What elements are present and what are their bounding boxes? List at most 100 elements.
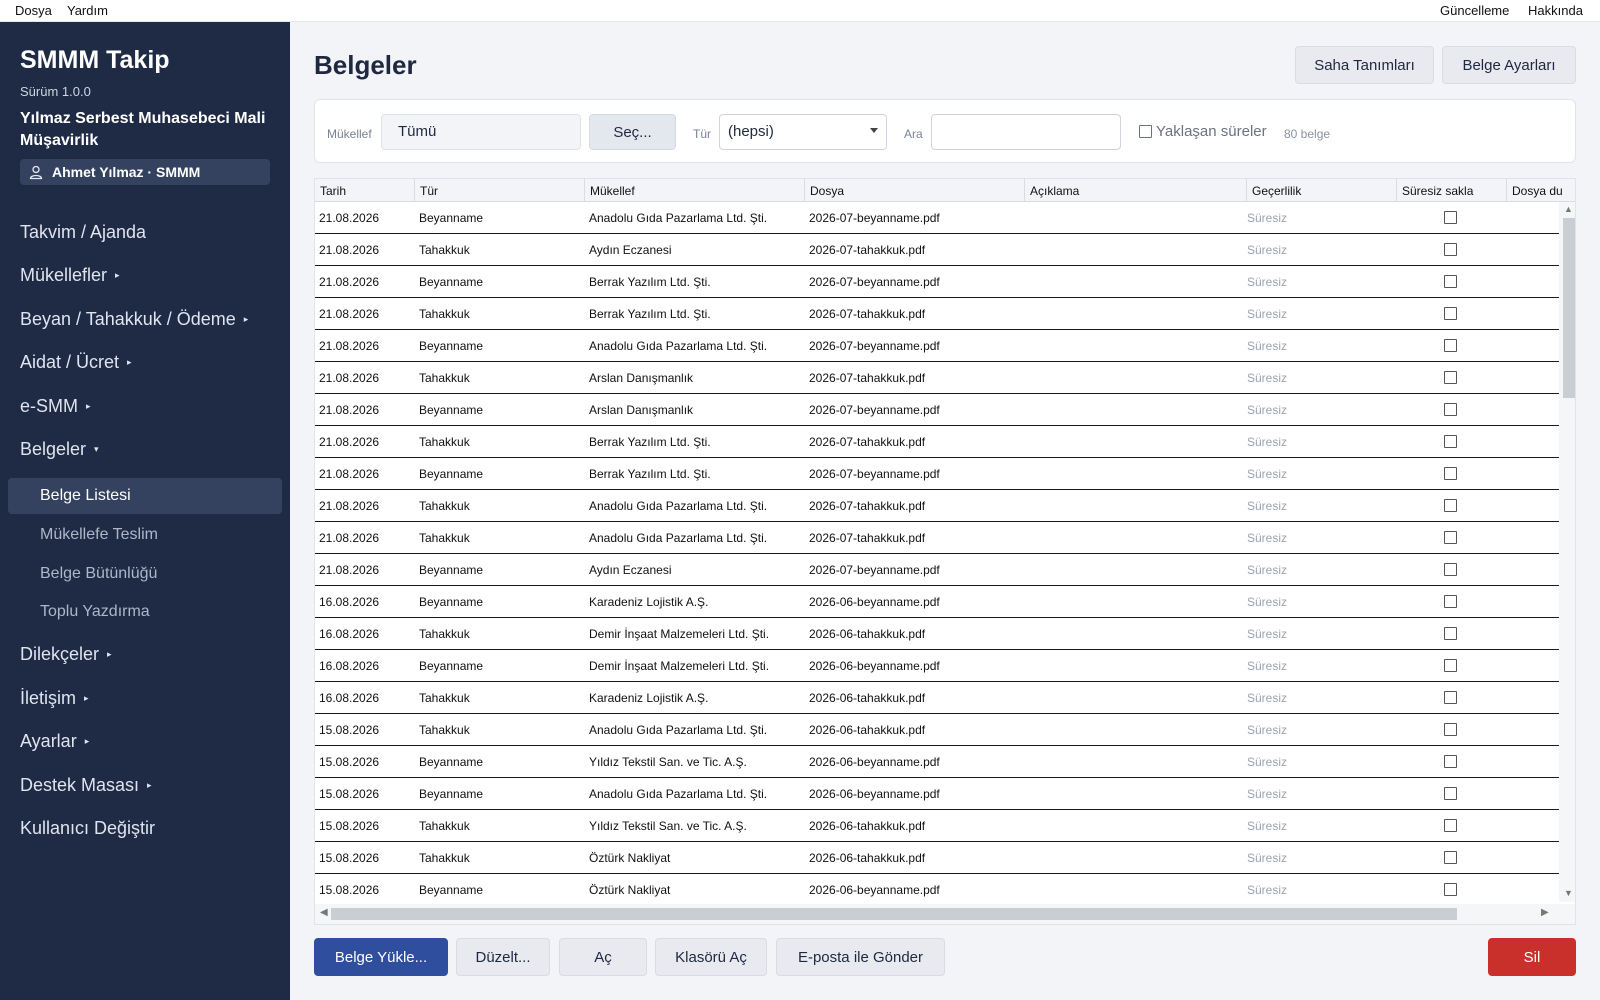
nav-dilekceler[interactable]: Dilekçeler ▸ (20, 644, 112, 665)
keep-forever-checkbox[interactable] (1444, 659, 1457, 672)
cell-tarih: 15.08.2026 (319, 819, 380, 833)
keep-forever-checkbox[interactable] (1444, 563, 1457, 576)
table-row[interactable]: 16.08.2026 Beyanname Demir İnşaat Malzemel… (315, 650, 1559, 682)
keep-forever-checkbox[interactable] (1444, 275, 1457, 288)
table-row[interactable]: 21.08.2026 Beyanname Anadolu Gıda Pazarlam… (315, 202, 1559, 234)
keep-forever-checkbox[interactable] (1444, 819, 1457, 832)
mukellef-field[interactable]: Tümü (381, 114, 581, 150)
keep-forever-checkbox[interactable] (1444, 307, 1457, 320)
keep-forever-checkbox[interactable] (1444, 755, 1457, 768)
menu-hakkinda[interactable]: Hakkında (1528, 3, 1583, 18)
table-row[interactable]: 21.08.2026 Tahakkuk Berrak Yazılım Ltd. Şt… (315, 426, 1559, 458)
horizontal-scrollbar[interactable]: ◀ ▶ (315, 904, 1575, 924)
keep-forever-checkbox[interactable] (1444, 691, 1457, 704)
cell-gecerlilik: Süresiz (1247, 531, 1288, 545)
cell-dosya: 2026-06-beyanname.pdf (809, 755, 940, 769)
nav-mukellefler[interactable]: Mükellefler ▸ (20, 265, 120, 286)
table-row[interactable]: 15.08.2026 Beyanname Öztürk Nakliyat 2026-0… (315, 874, 1559, 906)
keep-forever-checkbox[interactable] (1444, 499, 1457, 512)
keep-forever-checkbox[interactable] (1444, 851, 1457, 864)
edit-button[interactable]: Düzelt... (456, 938, 550, 976)
table-row[interactable]: 15.08.2026 Tahakkuk Öztürk Nakliyat 2026-06… (315, 842, 1559, 874)
table-row[interactable]: 15.08.2026 Tahakkuk Anadolu Gıda Pazarlama… (315, 714, 1559, 746)
keep-forever-checkbox[interactable] (1444, 339, 1457, 352)
table-row[interactable]: 21.08.2026 Tahakkuk Aydın Eczanesi 2026-07-… (315, 234, 1559, 266)
column-header-tur[interactable]: Tür (415, 179, 585, 202)
keep-forever-checkbox[interactable] (1444, 435, 1457, 448)
keep-forever-checkbox[interactable] (1444, 467, 1457, 480)
nav-takvim[interactable]: Takvim / Ajanda (20, 222, 146, 243)
keep-forever-checkbox[interactable] (1444, 531, 1457, 544)
sub-item-belge-listesi[interactable]: Belge Listesi (40, 487, 131, 505)
open-folder-button[interactable]: Klasörü Aç (655, 938, 767, 976)
menu-yardim[interactable]: Yardım (67, 3, 108, 18)
send-email-button[interactable]: E-posta ile Gönder (776, 938, 945, 976)
nav-kullanici-degistir[interactable]: Kullanıcı Değiştir (20, 818, 155, 839)
column-header-dosya[interactable]: Dosya (805, 179, 1025, 202)
nav-beyan-tahakkuk-odeme[interactable]: Beyan / Tahakkuk / Ödeme ▸ (20, 309, 248, 330)
nav-destek-masasi[interactable]: Destek Masası ▸ (20, 775, 152, 796)
keep-forever-checkbox[interactable] (1444, 403, 1457, 416)
nav-ayarlar[interactable]: Ayarlar ▸ (20, 731, 89, 752)
table-row[interactable]: 21.08.2026 Beyanname Arslan Danışmanlık 202… (315, 394, 1559, 426)
scroll-right-icon[interactable]: ▶ (1541, 907, 1549, 918)
open-button[interactable]: Aç (559, 938, 647, 976)
keep-forever-checkbox[interactable] (1444, 211, 1457, 224)
column-header-suresiz-sakla[interactable]: Süresiz sakla (1397, 179, 1507, 202)
table-row[interactable]: 21.08.2026 Beyanname Berrak Yazılım Ltd. Ş… (315, 266, 1559, 298)
upload-document-button[interactable]: Belge Yükle... (314, 938, 448, 976)
table-row[interactable]: 15.08.2026 Beyanname Yıldız Tekstil San. v… (315, 746, 1559, 778)
nav-aidat-ucret[interactable]: Aidat / Ücret ▸ (20, 352, 132, 373)
sub-item-mukellefe-teslim[interactable]: Mükellefe Teslim (40, 526, 158, 544)
keep-forever-checkbox[interactable] (1444, 243, 1457, 256)
upcoming-label[interactable]: Yaklaşan süreler (1156, 123, 1267, 140)
keep-forever-checkbox[interactable] (1444, 595, 1457, 608)
table-row[interactable]: 21.08.2026 Tahakkuk Anadolu Gıda Pazarlama… (315, 490, 1559, 522)
menu-guncelleme[interactable]: Güncelleme (1440, 3, 1509, 18)
delete-button[interactable]: Sil (1488, 938, 1576, 976)
table-row[interactable]: 21.08.2026 Tahakkuk Anadolu Gıda Pazarlama… (315, 522, 1559, 554)
keep-forever-checkbox[interactable] (1444, 883, 1457, 896)
sub-item-toplu-yazdirma[interactable]: Toplu Yazdırma (40, 603, 150, 621)
column-header-dosya-durumu[interactable]: Dosya du (1507, 179, 1575, 202)
vertical-scrollbar[interactable]: ▲ ▼ (1559, 202, 1575, 902)
chevron-right-icon: ▸ (115, 270, 120, 280)
keep-forever-checkbox[interactable] (1444, 723, 1457, 736)
document-settings-button[interactable]: Belge Ayarları (1442, 46, 1576, 84)
column-header-tarih[interactable]: Tarih (315, 179, 415, 202)
nav-belgeler[interactable]: Belgeler ▾ (20, 439, 99, 460)
scroll-left-icon[interactable]: ◀ (320, 907, 328, 918)
table-row[interactable]: 15.08.2026 Beyanname Anadolu Gıda Pazarlam… (315, 778, 1559, 810)
keep-forever-checkbox[interactable] (1444, 371, 1457, 384)
table-row[interactable]: 15.08.2026 Tahakkuk Yıldız Tekstil San. ve… (315, 810, 1559, 842)
table-row[interactable]: 16.08.2026 Tahakkuk Demir İnşaat Malzemele… (315, 618, 1559, 650)
column-header-aciklama[interactable]: Açıklama (1025, 179, 1247, 202)
column-header-mukellef[interactable]: Mükellef (585, 179, 805, 202)
table-row[interactable]: 16.08.2026 Tahakkuk Karadeniz Lojistik A.Ş… (315, 682, 1559, 714)
search-input[interactable] (931, 114, 1121, 150)
select-mukellef-button[interactable]: Seç... (589, 114, 676, 150)
scroll-down-icon[interactable]: ▼ (1564, 888, 1573, 898)
table-row[interactable]: 21.08.2026 Tahakkuk Berrak Yazılım Ltd. Şt… (315, 298, 1559, 330)
keep-forever-checkbox[interactable] (1444, 627, 1457, 640)
app-version: Sürüm 1.0.0 (20, 84, 91, 99)
table-row[interactable]: 21.08.2026 Beyanname Aydın Eczanesi 2026-07… (315, 554, 1559, 586)
scroll-up-icon[interactable]: ▲ (1564, 204, 1573, 214)
sub-item-belge-butunlugu[interactable]: Belge Bütünlüğü (40, 565, 157, 583)
table-row[interactable]: 21.08.2026 Beyanname Berrak Yazılım Ltd. Ş… (315, 458, 1559, 490)
nav-iletisim[interactable]: İletişim ▸ (20, 688, 89, 709)
upcoming-checkbox[interactable] (1139, 125, 1152, 138)
field-definitions-button[interactable]: Saha Tanımları (1295, 46, 1434, 84)
column-header-gecerlilik[interactable]: Geçerlilik (1247, 179, 1397, 202)
scrollbar-thumb[interactable] (1563, 218, 1575, 398)
table-row[interactable]: 21.08.2026 Beyanname Anadolu Gıda Pazarlam… (315, 330, 1559, 362)
scrollbar-thumb[interactable] (331, 908, 1457, 920)
type-select[interactable]: (hepsi) (719, 114, 887, 150)
keep-forever-checkbox[interactable] (1444, 787, 1457, 800)
cell-tur: Beyanname (419, 467, 484, 481)
nav-e-smm[interactable]: e-SMM ▸ (20, 396, 91, 417)
table-row[interactable]: 16.08.2026 Beyanname Karadeniz Lojistik A.… (315, 586, 1559, 618)
table-row[interactable]: 21.08.2026 Tahakkuk Arslan Danışmanlık 2026… (315, 362, 1559, 394)
nav-label: Aidat / Ücret (20, 352, 120, 372)
menu-dosya[interactable]: Dosya (15, 3, 52, 18)
